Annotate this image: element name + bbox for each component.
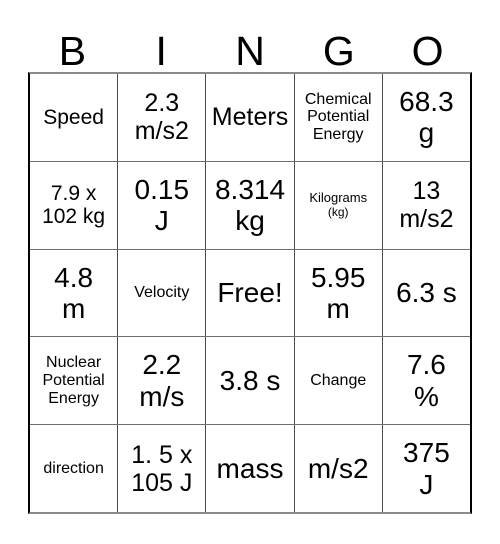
bingo-cell[interactable]: Change: [295, 337, 383, 425]
bingo-row: direction 1. 5 x 105 J mass m/s2 375 J: [30, 425, 470, 512]
bingo-cell-label: 7.6 %: [406, 349, 446, 412]
bingo-cell[interactable]: 5.95 m: [295, 249, 383, 337]
bingo-cell-label: 4.8 m: [54, 261, 94, 324]
bingo-cell[interactable]: 2.2 m/s: [118, 337, 207, 425]
bingo-cell[interactable]: Nuclear Potential Energy: [30, 337, 119, 425]
bingo-cell[interactable]: Velocity: [118, 249, 207, 337]
bingo-header-letter-n: N: [235, 28, 265, 74]
bingo-cell[interactable]: 7.6 %: [383, 337, 470, 424]
bingo-cell[interactable]: 2.3 m/s2: [118, 74, 207, 161]
bingo-cell-label: 3.8 s: [219, 365, 281, 397]
bingo-cell-label: 7.9 x 102 kg: [42, 181, 106, 229]
bingo-cell-label: Kilograms: [309, 190, 368, 206]
bingo-cell[interactable]: Kilograms (kg): [295, 161, 383, 249]
bingo-cell[interactable]: direction: [30, 425, 119, 512]
bingo-row: Nuclear Potential Energy 2.2 m/s 3.8 s C…: [30, 337, 470, 426]
bingo-cell-label: 375 J: [403, 437, 450, 500]
bingo-cell-label: Change: [310, 371, 367, 389]
bingo-cell-label: 5.95 m: [310, 261, 366, 324]
bingo-cell-label: Free!: [217, 277, 283, 309]
bingo-cell-label: direction: [43, 459, 104, 477]
bingo-cell-free-space[interactable]: Free!: [206, 249, 295, 337]
bingo-cell-label: 2.3 m/s2: [134, 89, 189, 146]
bingo-row: 4.8 m Velocity Free! 5.95 m 6.3 s: [30, 249, 470, 338]
bingo-header-letter-o: O: [411, 28, 444, 74]
bingo-cell-label: mass: [216, 452, 284, 484]
bingo-cell[interactable]: 3.8 s: [206, 337, 295, 425]
bingo-cell[interactable]: 8.314 kg: [206, 161, 295, 249]
bingo-cell[interactable]: Speed: [30, 74, 119, 161]
bingo-cell-label: 68.3 g: [399, 86, 454, 149]
bingo-header-letter-b: B: [58, 28, 87, 74]
bingo-cell[interactable]: 4.8 m: [30, 249, 119, 337]
bingo-cell-label: m/s2: [307, 452, 369, 484]
bingo-cell-label-group: Kilograms (kg): [297, 176, 380, 233]
bingo-cell-label: Speed: [43, 105, 104, 129]
bingo-cell-sublabel: (kg): [327, 204, 349, 219]
bingo-cell-label: Meters: [211, 103, 289, 132]
bingo-header-letter-g: G: [322, 28, 355, 74]
bingo-cell-label: Chemical Potential Energy: [304, 90, 372, 144]
bingo-cell[interactable]: 375 J: [383, 425, 470, 512]
bingo-cell-label: 6.3 s: [396, 277, 457, 309]
bingo-cell[interactable]: 13 m/s2: [383, 162, 470, 249]
bingo-cell-label: 1. 5 x 105 J: [131, 440, 193, 497]
bingo-cell[interactable]: 1. 5 x 105 J: [118, 425, 207, 512]
bingo-cell[interactable]: mass: [206, 425, 295, 512]
bingo-row: 7.9 x 102 kg 0.15 J 8.314 kg Kilograms (…: [30, 161, 470, 250]
bingo-card: B I N G O Speed 2.3 m/s2 Meters Chemical…: [0, 0, 500, 544]
bingo-grid: Speed 2.3 m/s2 Meters Chemical Potential…: [28, 72, 472, 514]
bingo-cell[interactable]: m/s2: [295, 425, 383, 512]
bingo-cell-label: 2.2 m/s: [139, 349, 185, 412]
bingo-cell[interactable]: Meters: [206, 74, 295, 161]
bingo-cell-label: 13 m/s2: [399, 177, 454, 234]
bingo-cell[interactable]: Chemical Potential Energy: [295, 74, 383, 161]
bingo-header-letter-i: I: [155, 28, 167, 74]
bingo-row: Speed 2.3 m/s2 Meters Chemical Potential…: [30, 74, 470, 162]
bingo-cell-label: 8.314 kg: [214, 173, 286, 237]
bingo-cell[interactable]: 6.3 s: [383, 250, 470, 337]
bingo-header-row: B I N G O: [28, 14, 472, 72]
bingo-cell[interactable]: 7.9 x 102 kg: [30, 161, 119, 249]
bingo-cell-label: 0.15 J: [134, 173, 190, 237]
bingo-cell[interactable]: 0.15 J: [118, 161, 207, 249]
bingo-cell-label: Velocity: [134, 284, 190, 302]
bingo-cell-label: Nuclear Potential Energy: [42, 353, 105, 407]
bingo-cell[interactable]: 68.3 g: [383, 74, 470, 161]
